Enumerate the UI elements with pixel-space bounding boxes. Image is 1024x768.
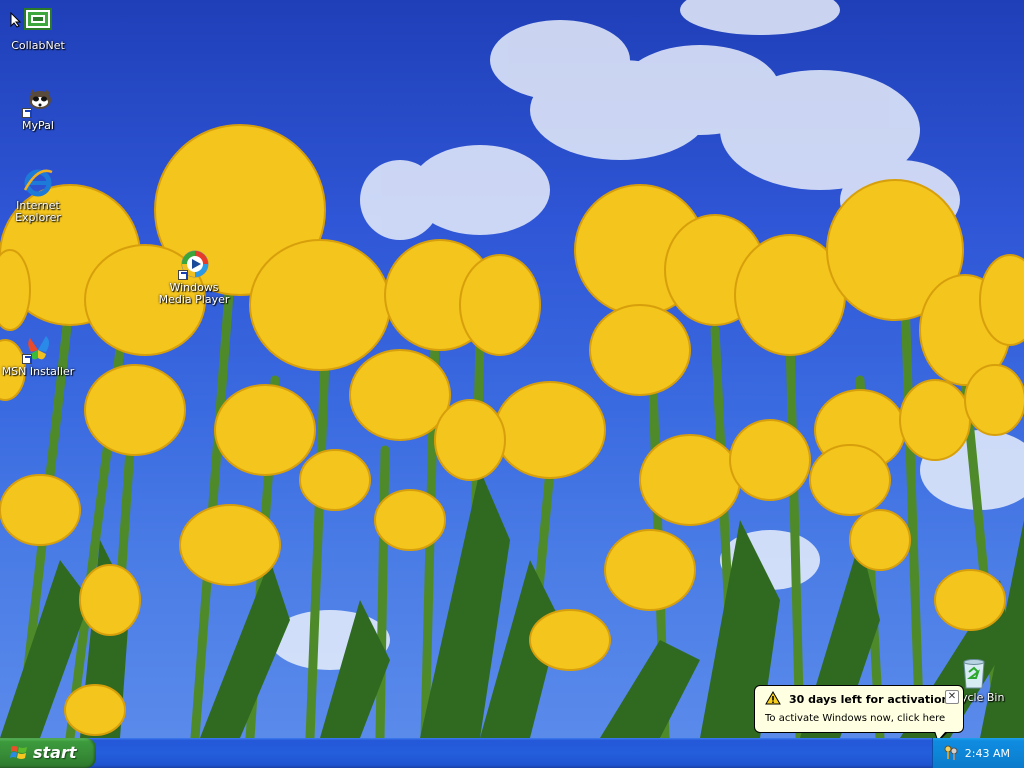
desktop-icon-label: CollabNet	[11, 39, 65, 52]
shortcut-arrow-icon	[22, 108, 32, 118]
balloon-message-link[interactable]: To activate Windows now, click here	[765, 713, 945, 724]
warning-icon	[765, 691, 781, 705]
desktop-icon-windows-media-player[interactable]: Windows Media Player	[156, 248, 232, 306]
activation-balloon[interactable]: 30 days left for activation To activate …	[754, 685, 964, 733]
desktop-wallpaper	[0, 0, 1024, 738]
balloon-close-button[interactable]: ✕	[945, 690, 959, 704]
recycle-bin-icon	[958, 658, 990, 690]
desktop-icon-label: MyPal	[22, 119, 54, 132]
system-tray: 2:43 AM	[932, 738, 1024, 768]
start-button[interactable]: start	[0, 738, 96, 768]
balloon-title: 30 days left for activation	[789, 693, 950, 706]
mypal-raccoon-icon	[22, 86, 54, 118]
windows-media-player-icon	[178, 248, 210, 280]
shortcut-arrow-icon	[22, 354, 32, 364]
desktop-icon-label: MSN Installer	[1, 365, 75, 378]
start-label: start	[33, 743, 77, 762]
collabnet-icon	[10, 6, 54, 38]
clock[interactable]: 2:43 AM	[965, 747, 1010, 760]
taskbar: start 2:43 AM	[0, 738, 1024, 768]
windows-logo-icon	[10, 745, 28, 761]
desktop-icon-msn-installer[interactable]: MSN Installer	[0, 332, 76, 378]
desktop-icon-mypal[interactable]: MyPal	[0, 86, 76, 132]
desktop-icon-internet-explorer[interactable]: Internet Explorer	[0, 166, 76, 224]
desktop-icon-label: Windows Media Player	[158, 281, 230, 306]
desktop-icon-label: Internet Explorer	[15, 199, 61, 224]
internet-explorer-icon	[22, 166, 54, 198]
shortcut-arrow-icon	[178, 270, 188, 280]
msn-butterfly-icon	[22, 332, 54, 364]
activation-keys-icon[interactable]	[943, 745, 959, 761]
desktop-icon-collabnet[interactable]: CollabNet	[0, 6, 76, 52]
